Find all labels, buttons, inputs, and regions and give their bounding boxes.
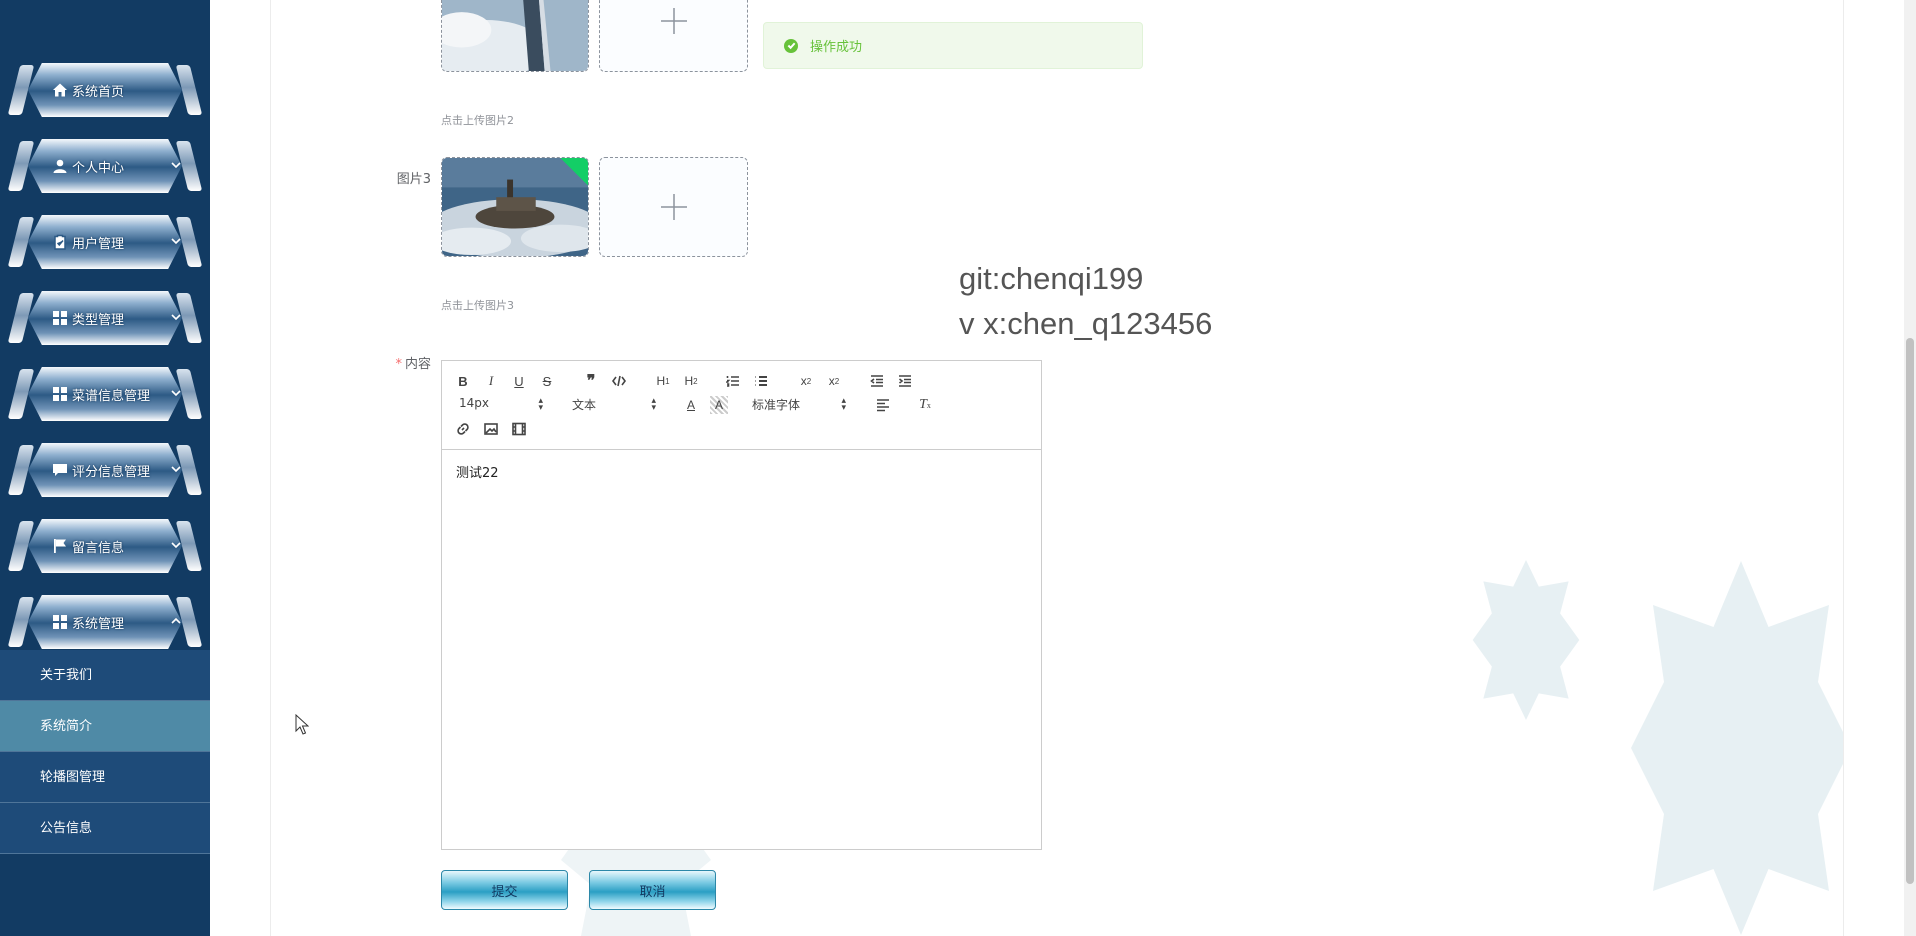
menu-item-types[interactable]: 类型管理 [7, 289, 203, 347]
clear-format-icon[interactable]: Tx [916, 396, 934, 414]
header2-icon[interactable]: H2 [680, 372, 702, 390]
main-panel: 点击上传图片2 操作成功 图片3 点击上传图片3 git:chenqi199 v… [270, 0, 1844, 936]
menu-item-users[interactable]: 用户管理 [7, 213, 203, 271]
font-size-value: 14px [459, 396, 489, 410]
font-family-picker[interactable]: 标准字体 ▴ ▾ [752, 396, 846, 414]
superscript-icon[interactable]: x2 [824, 372, 844, 390]
chevron-down-icon [170, 159, 182, 171]
italic-icon[interactable]: I [482, 372, 500, 390]
cancel-button[interactable]: 取消 [589, 870, 716, 910]
menu-item-system[interactable]: 系统管理 [7, 593, 203, 651]
check-circle-icon [784, 38, 798, 53]
submenu-item-intro[interactable]: 系统简介 [0, 701, 210, 752]
editor-content[interactable]: 测试22 [442, 450, 1041, 850]
chevron-down-icon [170, 311, 182, 323]
menu-item-label: 用户管理 [72, 236, 125, 252]
plus-icon [660, 194, 687, 220]
editor-toolbar: B I U S ❞ H1 H2 x2 x2 14px ▴▾ 文本 ▴▾ A [442, 361, 1041, 450]
ordered-list-icon[interactable] [724, 372, 742, 390]
blockquote-icon[interactable]: ❞ [582, 372, 600, 390]
updown-caret-icon: ▴ ▾ [651, 396, 656, 413]
watermark-line: v x:chen_q123456 [959, 306, 1213, 341]
image3-upload-button[interactable] [599, 157, 748, 257]
menu-item-ratings[interactable]: 评分信息管理 [7, 441, 203, 499]
link-icon[interactable] [454, 420, 472, 438]
content-label: * 内容 [371, 353, 431, 372]
menu-item-recipes[interactable]: 菜谱信息管理 [7, 365, 203, 423]
font-family-value: 标准字体 [752, 398, 801, 412]
font-color-icon[interactable]: A [682, 396, 700, 414]
chevron-down-icon [170, 387, 182, 399]
gear-decoration-icon [1472, 560, 1580, 720]
video-insert-icon[interactable] [510, 420, 528, 438]
menu-item-messages[interactable]: 留言信息 [7, 517, 203, 575]
user-icon [53, 159, 67, 173]
updown-caret-icon: ▴ ▾ [538, 396, 543, 413]
system-submenu: 关于我们 系统简介 轮播图管理 公告信息 [0, 650, 210, 854]
content-label-text: 内容 [404, 357, 431, 372]
align-icon[interactable] [874, 396, 892, 414]
required-mark: * [395, 357, 402, 372]
menu-item-profile[interactable]: 个人中心 [7, 137, 203, 195]
rich-text-editor: B I U S ❞ H1 H2 x2 x2 14px ▴▾ 文本 ▴▾ A [441, 360, 1042, 850]
page-scrollbar[interactable] [1904, 0, 1916, 936]
flag-icon [54, 539, 66, 553]
watermark-line: git:chenqi199 [959, 261, 1144, 296]
menu-item-label: 菜谱信息管理 [72, 388, 151, 404]
image2-hint: 点击上传图片2 [441, 114, 514, 127]
outdent-icon[interactable] [868, 372, 886, 390]
clipboard-icon [54, 234, 66, 250]
chevron-up-icon [170, 615, 182, 627]
subscript-icon[interactable]: x2 [796, 372, 816, 390]
gear-decoration-icon [1631, 561, 1843, 935]
image2-upload-button[interactable] [599, 0, 748, 72]
menu-item-label: 个人中心 [72, 160, 125, 176]
submenu-item-about[interactable]: 关于我们 [0, 650, 210, 701]
scrollbar-thumb[interactable] [1906, 338, 1914, 884]
menu-item-label: 留言信息 [72, 540, 125, 556]
castle-photo-icon [442, 158, 588, 256]
home-icon [53, 83, 67, 97]
chevron-down-icon [170, 463, 182, 475]
header1-icon[interactable]: H1 [652, 372, 674, 390]
image3-label: 图片3 [396, 172, 431, 187]
image3-preview[interactable] [441, 157, 589, 257]
underline-icon[interactable]: U [510, 372, 528, 390]
sky-photo-icon [442, 0, 588, 71]
strikethrough-icon[interactable]: S [538, 372, 556, 390]
chat-icon [53, 464, 67, 476]
chevron-down-icon [170, 539, 182, 551]
updown-caret-icon: ▴ ▾ [841, 396, 846, 413]
indent-icon[interactable] [896, 372, 914, 390]
header-picker[interactable]: 文本 ▴ ▾ [572, 396, 656, 414]
toast-message: 操作成功 [810, 40, 863, 55]
grid-icon [53, 311, 67, 325]
menu-item-home[interactable]: 系统首页 [7, 61, 203, 119]
font-size-picker[interactable]: 14px ▴ ▾ [459, 396, 543, 414]
header-picker-value: 文本 [572, 398, 597, 412]
mouse-cursor-icon [295, 714, 309, 735]
background-color-icon[interactable]: A [710, 396, 728, 414]
image2-preview[interactable] [441, 0, 589, 72]
image3-hint: 点击上传图片3 [441, 299, 514, 312]
submit-button[interactable]: 提交 [441, 870, 568, 910]
submenu-item-carousel[interactable]: 轮播图管理 [0, 752, 210, 803]
plus-icon [660, 8, 687, 34]
image-insert-icon[interactable] [482, 420, 500, 438]
grid-icon [53, 387, 67, 401]
watermark-text: git:chenqi199 v x:chen_q123456 [959, 256, 1212, 346]
menu-item-label: 类型管理 [72, 312, 125, 328]
sidebar: 系统首页 个人中心 用户管理 类型管理 菜谱信息管理 评分信息管理 留言信息 系… [0, 0, 210, 936]
chevron-down-icon [170, 235, 182, 247]
menu-item-label: 系统首页 [72, 84, 125, 100]
success-toast: 操作成功 [763, 22, 1143, 69]
bullet-list-icon[interactable] [752, 372, 770, 390]
menu-item-label: 评分信息管理 [72, 464, 151, 480]
menu-item-label: 系统管理 [72, 616, 125, 632]
bold-icon[interactable]: B [454, 372, 472, 390]
grid-icon [53, 615, 67, 629]
code-block-icon[interactable] [610, 372, 628, 390]
submenu-item-notice[interactable]: 公告信息 [0, 803, 210, 854]
